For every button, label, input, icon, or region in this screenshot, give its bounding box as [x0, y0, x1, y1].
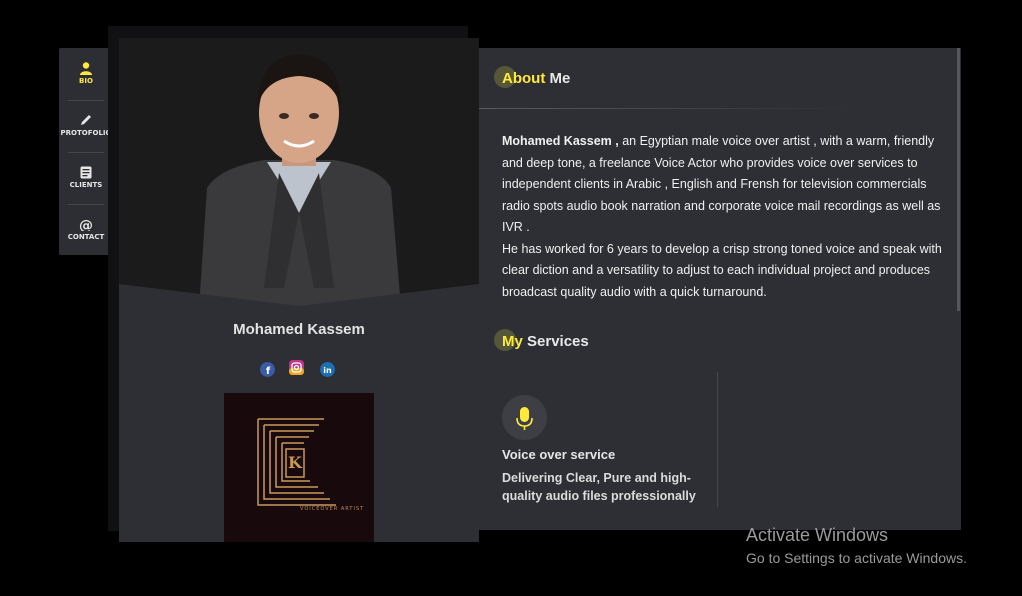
service-title: Voice over service [502, 447, 616, 462]
windows-watermark-subtitle: Go to Settings to activate Windows. [746, 550, 967, 566]
person-icon [80, 62, 92, 75]
microphone-icon [516, 407, 533, 430]
logo-caption: VOICEOVER ARTIST [300, 506, 365, 512]
about-text: Mohamed Kassem , an Egyptian male voice … [502, 131, 942, 303]
svg-text:in: in [323, 366, 332, 375]
about-paragraph-2: He has worked for 6 years to develop a c… [502, 241, 942, 299]
nav-label-portfolio: PROTOFOLIO [60, 129, 112, 137]
about-heading: About Me [494, 66, 571, 88]
logo-letter: K [288, 453, 302, 472]
nav-item-contact[interactable]: @ CONTACT [59, 204, 113, 256]
about-heading-highlight: About [502, 70, 546, 87]
nav-item-clients[interactable]: CLIENTS [59, 152, 113, 204]
services-heading-highlight: My [502, 333, 523, 350]
profile-photo [119, 38, 479, 308]
nav-item-bio[interactable]: BIO [59, 48, 113, 100]
about-heading-rest: Me [545, 70, 571, 87]
nav-item-portfolio[interactable]: PROTOFOLIO [59, 100, 113, 152]
service-icon-wrap [502, 395, 547, 440]
profile-name: Mohamed Kassem [233, 321, 365, 338]
facebook-icon[interactable]: f [260, 362, 275, 377]
about-paragraph-1: an Egyptian male voice over artist , wit… [502, 134, 941, 234]
pencil-icon [81, 115, 91, 125]
services-heading: My Services [494, 329, 589, 351]
services-heading-rest: Services [522, 333, 589, 350]
at-icon: @ [79, 218, 93, 231]
linkedin-icon[interactable]: in [320, 362, 335, 377]
instagram-icon[interactable] [289, 360, 304, 375]
nav-label-clients: CLIENTS [69, 181, 103, 189]
service-description: Delivering Clear, Pure and high-quality … [502, 471, 696, 503]
nav-label-contact: CONTACT [67, 233, 105, 241]
nav-label-bio: BIO [79, 77, 93, 85]
svg-text:f: f [266, 366, 271, 377]
scrollbar[interactable] [957, 48, 960, 311]
side-navigation: BIO PROTOFOLIO CLIENTS @ CONTACT [59, 48, 113, 255]
about-name: Mohamed Kassem , [502, 134, 619, 148]
list-icon [80, 166, 92, 179]
section-divider [479, 108, 854, 109]
service-divider [717, 372, 718, 507]
svg-text:@: @ [79, 218, 93, 231]
profile-card: Mohamed Kassem f in K VOICEOVER ARTIST [119, 38, 479, 542]
social-links: f in [257, 360, 347, 380]
windows-watermark-title: Activate Windows [746, 525, 889, 545]
brand-logo: K VOICEOVER ARTIST [224, 393, 374, 542]
